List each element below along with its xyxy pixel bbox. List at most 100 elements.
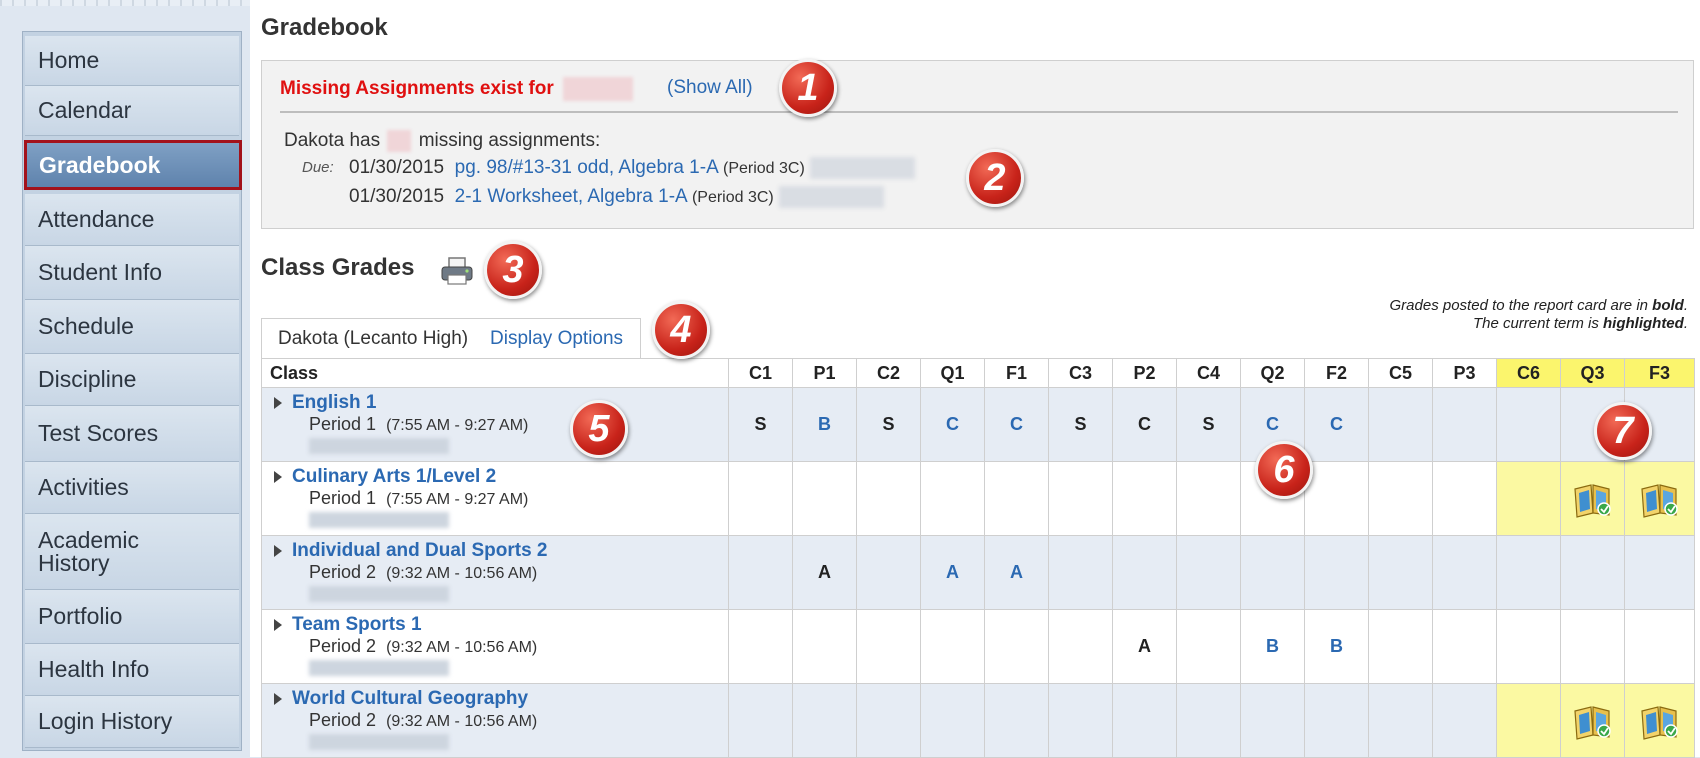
expand-arrow-icon[interactable] [274, 545, 282, 557]
grade-cell [1368, 683, 1433, 758]
column-header[interactable]: C5 [1368, 358, 1433, 388]
grade-cell[interactable] [1560, 683, 1625, 758]
grade-cell[interactable]: S [728, 387, 793, 462]
grade-cell[interactable]: B [1240, 609, 1305, 684]
grade-cell[interactable] [1560, 461, 1625, 536]
redacted-teacher [309, 438, 449, 454]
expand-arrow-icon[interactable] [274, 693, 282, 705]
column-header[interactable]: C1 [728, 358, 793, 388]
sidebar-item-schedule[interactable]: Schedule [25, 300, 239, 354]
sidebar-item-home[interactable]: Home [25, 36, 239, 86]
divider [280, 111, 1678, 113]
expand-arrow-icon[interactable] [274, 397, 282, 409]
grade-cell [1304, 461, 1369, 536]
grade-cell[interactable] [1624, 461, 1695, 536]
grade-cell[interactable]: C [920, 387, 985, 462]
sidebar-item-calendar[interactable]: Calendar [25, 86, 239, 136]
callout-badge: 4 [652, 301, 710, 359]
column-header[interactable]: F2 [1304, 358, 1369, 388]
expand-arrow-icon[interactable] [274, 619, 282, 631]
column-header[interactable]: Q2 [1240, 358, 1305, 388]
class-name-link[interactable]: Individual and Dual Sports 2 [292, 540, 547, 562]
sidebar-item-health-info[interactable]: Health Info [25, 644, 239, 696]
grade-cell [1496, 683, 1561, 758]
sidebar-item-test-scores[interactable]: Test Scores [25, 406, 239, 462]
book-icon[interactable] [1638, 479, 1682, 519]
grade-cell[interactable]: B [1304, 609, 1369, 684]
printer-icon[interactable] [440, 256, 474, 286]
grade-cell[interactable]: S [1048, 387, 1113, 462]
grade-cell[interactable]: A [792, 535, 857, 610]
grade-cell[interactable]: A [1112, 609, 1177, 684]
grade-cell [1048, 683, 1113, 758]
redacted-teacher [810, 157, 916, 179]
column-header[interactable]: P2 [1112, 358, 1177, 388]
student-tab[interactable]: Dakota (Lecanto High) [278, 328, 468, 350]
column-header[interactable]: C2 [856, 358, 921, 388]
column-header[interactable]: P1 [792, 358, 857, 388]
grade-cell[interactable]: C [984, 387, 1049, 462]
sidebar-item-discipline[interactable]: Discipline [25, 354, 239, 406]
grade-cell [1624, 609, 1695, 684]
column-header-current[interactable]: C6 [1496, 358, 1561, 388]
grade-cell[interactable]: A [920, 535, 985, 610]
grade-cell [984, 461, 1049, 536]
show-all-link[interactable]: (Show All) [667, 77, 753, 99]
callout-badge: 3 [484, 241, 542, 299]
assignment-link[interactable]: 2-1 Worksheet, Algebra 1-A [455, 186, 687, 207]
book-icon[interactable] [1571, 701, 1615, 741]
assignment-period: (Period 3C) [722, 160, 805, 178]
period-time: (7:55 AM - 9:27 AM) [386, 491, 529, 508]
grade-cell [920, 461, 985, 536]
book-icon[interactable] [1638, 701, 1682, 741]
sidebar-item-label: Activities [38, 474, 129, 500]
column-header-current[interactable]: Q3 [1560, 358, 1625, 388]
column-header-class: Class [261, 358, 729, 388]
grade-cell[interactable] [1624, 683, 1695, 758]
class-name-link[interactable]: Team Sports 1 [292, 614, 422, 636]
grade-cell [1240, 535, 1305, 610]
assignment-link[interactable]: pg. 98/#13-31 odd, Algebra 1-A [455, 157, 718, 178]
grade-cell [1304, 535, 1369, 610]
redacted-teacher [309, 512, 449, 528]
grade-cell [728, 683, 793, 758]
sidebar-item-label: Academic History [38, 526, 139, 576]
column-header[interactable]: Q1 [920, 358, 985, 388]
sidebar-item-attendance[interactable]: Attendance [25, 194, 239, 246]
grade-cell[interactable]: S [856, 387, 921, 462]
column-header[interactable]: P3 [1432, 358, 1497, 388]
period-label: Period 2 [309, 636, 377, 656]
display-options-link[interactable]: Display Options [490, 328, 623, 350]
book-icon[interactable] [1571, 479, 1615, 519]
sidebar-item-gradebook[interactable]: Gradebook [24, 140, 242, 190]
sidebar-item-login-history[interactable]: Login History [25, 696, 239, 748]
grade-cell [1240, 683, 1305, 758]
sidebar-item-academic-history[interactable]: Academic History [25, 514, 239, 590]
expand-arrow-icon[interactable] [274, 471, 282, 483]
grade-cell [1368, 461, 1433, 536]
class-name-link[interactable]: World Cultural Geography [292, 688, 528, 710]
sidebar-item-portfolio[interactable]: Portfolio [25, 590, 239, 644]
class-name-link[interactable]: Culinary Arts 1/Level 2 [292, 466, 496, 488]
column-header[interactable]: C3 [1048, 358, 1113, 388]
sidebar-item-label: Portfolio [38, 603, 123, 629]
grade-cell [856, 609, 921, 684]
grade-cell[interactable]: C [1304, 387, 1369, 462]
grade-cell [1176, 609, 1241, 684]
table-row: Team Sports 1 Period 2 (9:32 AM - 10:56 A… [261, 609, 1695, 684]
grade-cell [856, 535, 921, 610]
grade-cell[interactable]: A [984, 535, 1049, 610]
grade-cell[interactable]: C [1112, 387, 1177, 462]
sidebar-item-label: Gradebook [39, 151, 161, 178]
sidebar-item-activities[interactable]: Activities [25, 462, 239, 514]
grade-cell[interactable]: S [1176, 387, 1241, 462]
table-row: World Cultural Geography Period 2 (9:32 A… [261, 683, 1695, 758]
class-name-link[interactable]: English 1 [292, 392, 376, 414]
redacted-teacher [309, 586, 449, 602]
grade-cell[interactable]: B [792, 387, 857, 462]
assignment-period: (Period 3C) [691, 189, 774, 207]
column-header[interactable]: C4 [1176, 358, 1241, 388]
column-header[interactable]: F1 [984, 358, 1049, 388]
column-header-current[interactable]: F3 [1624, 358, 1695, 388]
sidebar-item-student-info[interactable]: Student Info [25, 246, 239, 300]
